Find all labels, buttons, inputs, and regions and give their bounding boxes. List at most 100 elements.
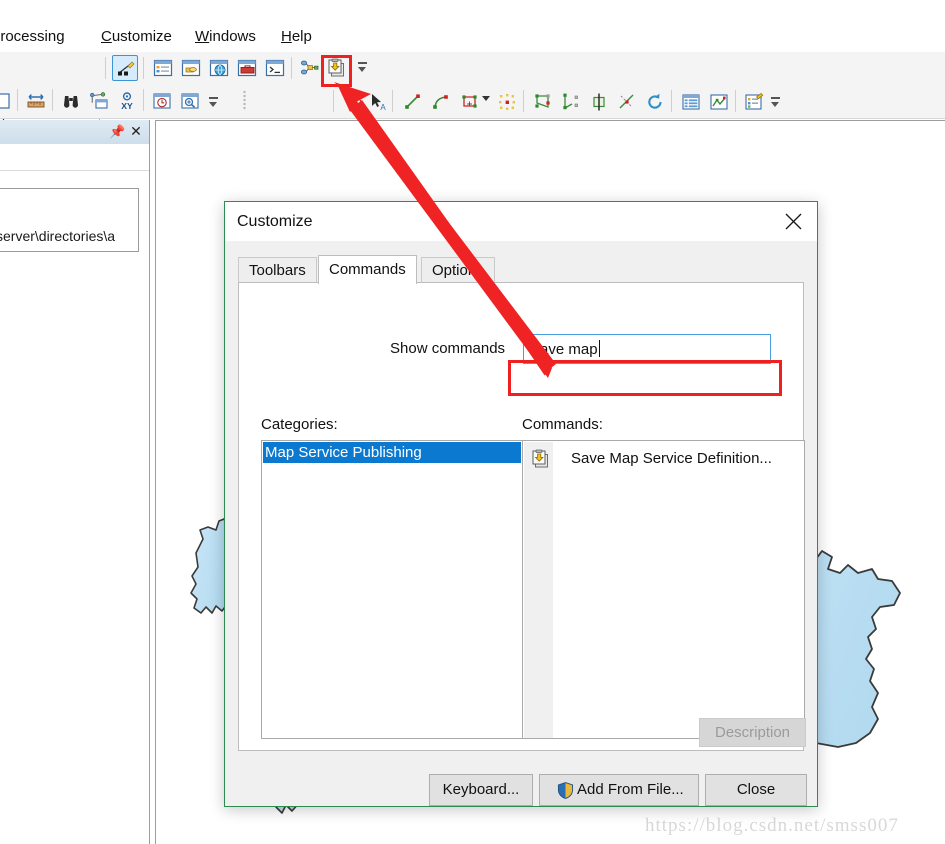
split-tool-icon xyxy=(593,93,605,111)
pin-icon[interactable]: 📌 xyxy=(109,125,125,139)
save-map-service-definition-icon xyxy=(532,449,548,468)
toolbar-button-create-features[interactable] xyxy=(741,89,767,115)
dialog-footer: Keyboard... Add From File... Close xyxy=(225,765,817,806)
add-from-file-button[interactable]: Add From File... xyxy=(539,774,699,806)
menu-item-help[interactable]: Help xyxy=(281,22,312,52)
toolbar-button-edit-tool-select[interactable] xyxy=(339,89,365,115)
tab-toolbars[interactable]: Toolbars xyxy=(238,257,317,283)
toolbar-button-catalog[interactable] xyxy=(178,55,204,81)
toolbar-separator xyxy=(143,89,144,111)
toolbar-button-edit-vertices[interactable] xyxy=(530,89,556,115)
toolbar-separator xyxy=(523,90,524,112)
toolbar-overflow-chevron-icon[interactable] xyxy=(357,56,369,80)
toolbar-overflow-chevron-icon[interactable] xyxy=(208,91,220,115)
endpoint-arc-icon xyxy=(433,95,448,109)
toolbar-drag-handle[interactable] xyxy=(243,90,246,111)
toolbar-button-arcgis-online[interactable] xyxy=(206,55,232,81)
toolbar-button-trace[interactable] xyxy=(457,89,483,115)
command-item-label: Save Map Service Definition... xyxy=(571,450,772,467)
toolbar-button-magnifier-window[interactable] xyxy=(177,88,203,114)
close-button-label: Close xyxy=(736,781,776,798)
toolbar-separator xyxy=(333,90,334,112)
description-button[interactable]: Description xyxy=(699,718,806,747)
toolbar-button-reshape-feature[interactable] xyxy=(558,89,584,115)
hyperlink-icon xyxy=(90,92,108,109)
show-commands-input[interactable]: Save map xyxy=(523,334,771,364)
toolbar-button-rotate[interactable] xyxy=(642,89,668,115)
commands-tab-panel: Show commands Save map Categories: Comma… xyxy=(238,282,806,751)
menu-item-geoprocessing-label: processing xyxy=(0,28,65,45)
trace-polygon-icon xyxy=(462,95,477,108)
toolbar-button-save-map-service-definition[interactable] xyxy=(324,55,350,81)
tab-options[interactable]: Options xyxy=(421,257,495,283)
toolbar-button-attributes[interactable] xyxy=(678,89,704,115)
toolbar-overflow-chevron-icon[interactable] xyxy=(770,91,782,115)
toolbar-separator xyxy=(105,57,106,79)
close-button[interactable]: Close xyxy=(705,774,807,806)
application-window: processing Customize Windows Help 7 xyxy=(0,0,945,844)
menu-bar: processing Customize Windows Help xyxy=(0,22,945,52)
commands-icon-gutter xyxy=(524,442,553,738)
close-icon[interactable]: ✕ xyxy=(129,124,143,138)
catalog-icon xyxy=(181,59,201,77)
categories-listbox[interactable]: Map Service Publishing xyxy=(261,440,523,739)
dialog-close-button[interactable] xyxy=(771,202,817,241)
show-commands-label: Show commands xyxy=(390,340,506,357)
list-item[interactable]: Map Service Publishing xyxy=(263,442,521,463)
tab-toolbars-label: Toolbars xyxy=(249,262,306,279)
description-button-label: Description xyxy=(714,724,791,741)
toolbar-button-split-tool[interactable] xyxy=(586,89,612,115)
toolbar-button-time-slider[interactable] xyxy=(149,88,175,114)
toolbar-button-sketch-properties[interactable] xyxy=(706,89,732,115)
toolbar-separator xyxy=(671,90,672,112)
toolbar-button-edit-tool[interactable] xyxy=(112,55,138,81)
toolbar-button-add-xy-data[interactable]: XY xyxy=(114,88,140,114)
create-features-icon xyxy=(745,93,764,110)
customize-dialog[interactable]: Customize Toolbars Commands Options Show… xyxy=(224,201,818,807)
annotation-cursor-icon: A xyxy=(372,94,386,112)
menu-item-windows-accel: W xyxy=(195,28,210,45)
svg-text:A: A xyxy=(380,103,386,112)
menu-item-geoprocessing[interactable]: processing xyxy=(0,22,65,52)
keyboard-button[interactable]: Keyboard... xyxy=(429,774,533,806)
globe-window-icon xyxy=(209,59,229,77)
toolbar-button-point-construction[interactable] xyxy=(494,89,520,115)
list-item[interactable]: Save Map Service Definition... xyxy=(524,442,804,476)
tab-commands-label: Commands xyxy=(329,261,406,278)
toolbar-button-model-builder[interactable] xyxy=(297,55,323,81)
clock-window-icon xyxy=(153,93,171,109)
tab-options-label: Options xyxy=(432,262,484,279)
directory-path-text: sserver\directories\a xyxy=(0,228,116,244)
commands-label: Commands: xyxy=(522,416,603,433)
dialog-title-bar: Customize xyxy=(225,202,817,241)
cursor-arrow-icon xyxy=(348,95,357,108)
menu-item-customize-accel: C xyxy=(101,28,112,45)
toolbar-button-hyperlink[interactable] xyxy=(86,88,112,114)
toolbar-button-split-polygon[interactable] xyxy=(614,89,640,115)
toolbar-button-python-window[interactable] xyxy=(262,55,288,81)
tab-commands[interactable]: Commands xyxy=(318,255,417,284)
menu-item-help-label: elp xyxy=(291,28,312,45)
straight-segment-icon xyxy=(405,94,420,109)
chevron-down-icon[interactable] xyxy=(482,96,490,101)
toolbar-button-end-point-arc[interactable] xyxy=(428,89,454,115)
menu-item-customize[interactable]: Customize xyxy=(101,22,172,52)
toolbar-button-edit-annotation[interactable]: A xyxy=(365,89,391,115)
dock-title-bar xyxy=(0,120,149,144)
toolbar-button-measure[interactable] xyxy=(23,88,49,114)
toolbar-button-straight-segment[interactable] xyxy=(400,89,426,115)
construction-points-icon xyxy=(499,94,515,110)
commands-listbox[interactable]: Save Map Service Definition... xyxy=(522,440,805,739)
toolbar-separator xyxy=(17,89,18,111)
magnifier-window-icon xyxy=(181,93,199,109)
menu-item-windows[interactable]: Windows xyxy=(195,22,256,52)
left-dock-panel: 📌 ✕ sserver\directories\a xyxy=(0,120,150,844)
category-item-label: Map Service Publishing xyxy=(265,444,422,461)
toolbar-separator xyxy=(392,90,393,112)
toolbar-button-table-of-contents[interactable] xyxy=(150,55,176,81)
toolbar-button-identify[interactable] xyxy=(0,88,16,114)
directory-path-field[interactable]: sserver\directories\a xyxy=(0,188,139,252)
toolbar-button-find[interactable] xyxy=(58,88,84,114)
toolbar-button-arctoolbox[interactable] xyxy=(234,55,260,81)
menu-item-customize-label: ustomize xyxy=(111,28,172,45)
